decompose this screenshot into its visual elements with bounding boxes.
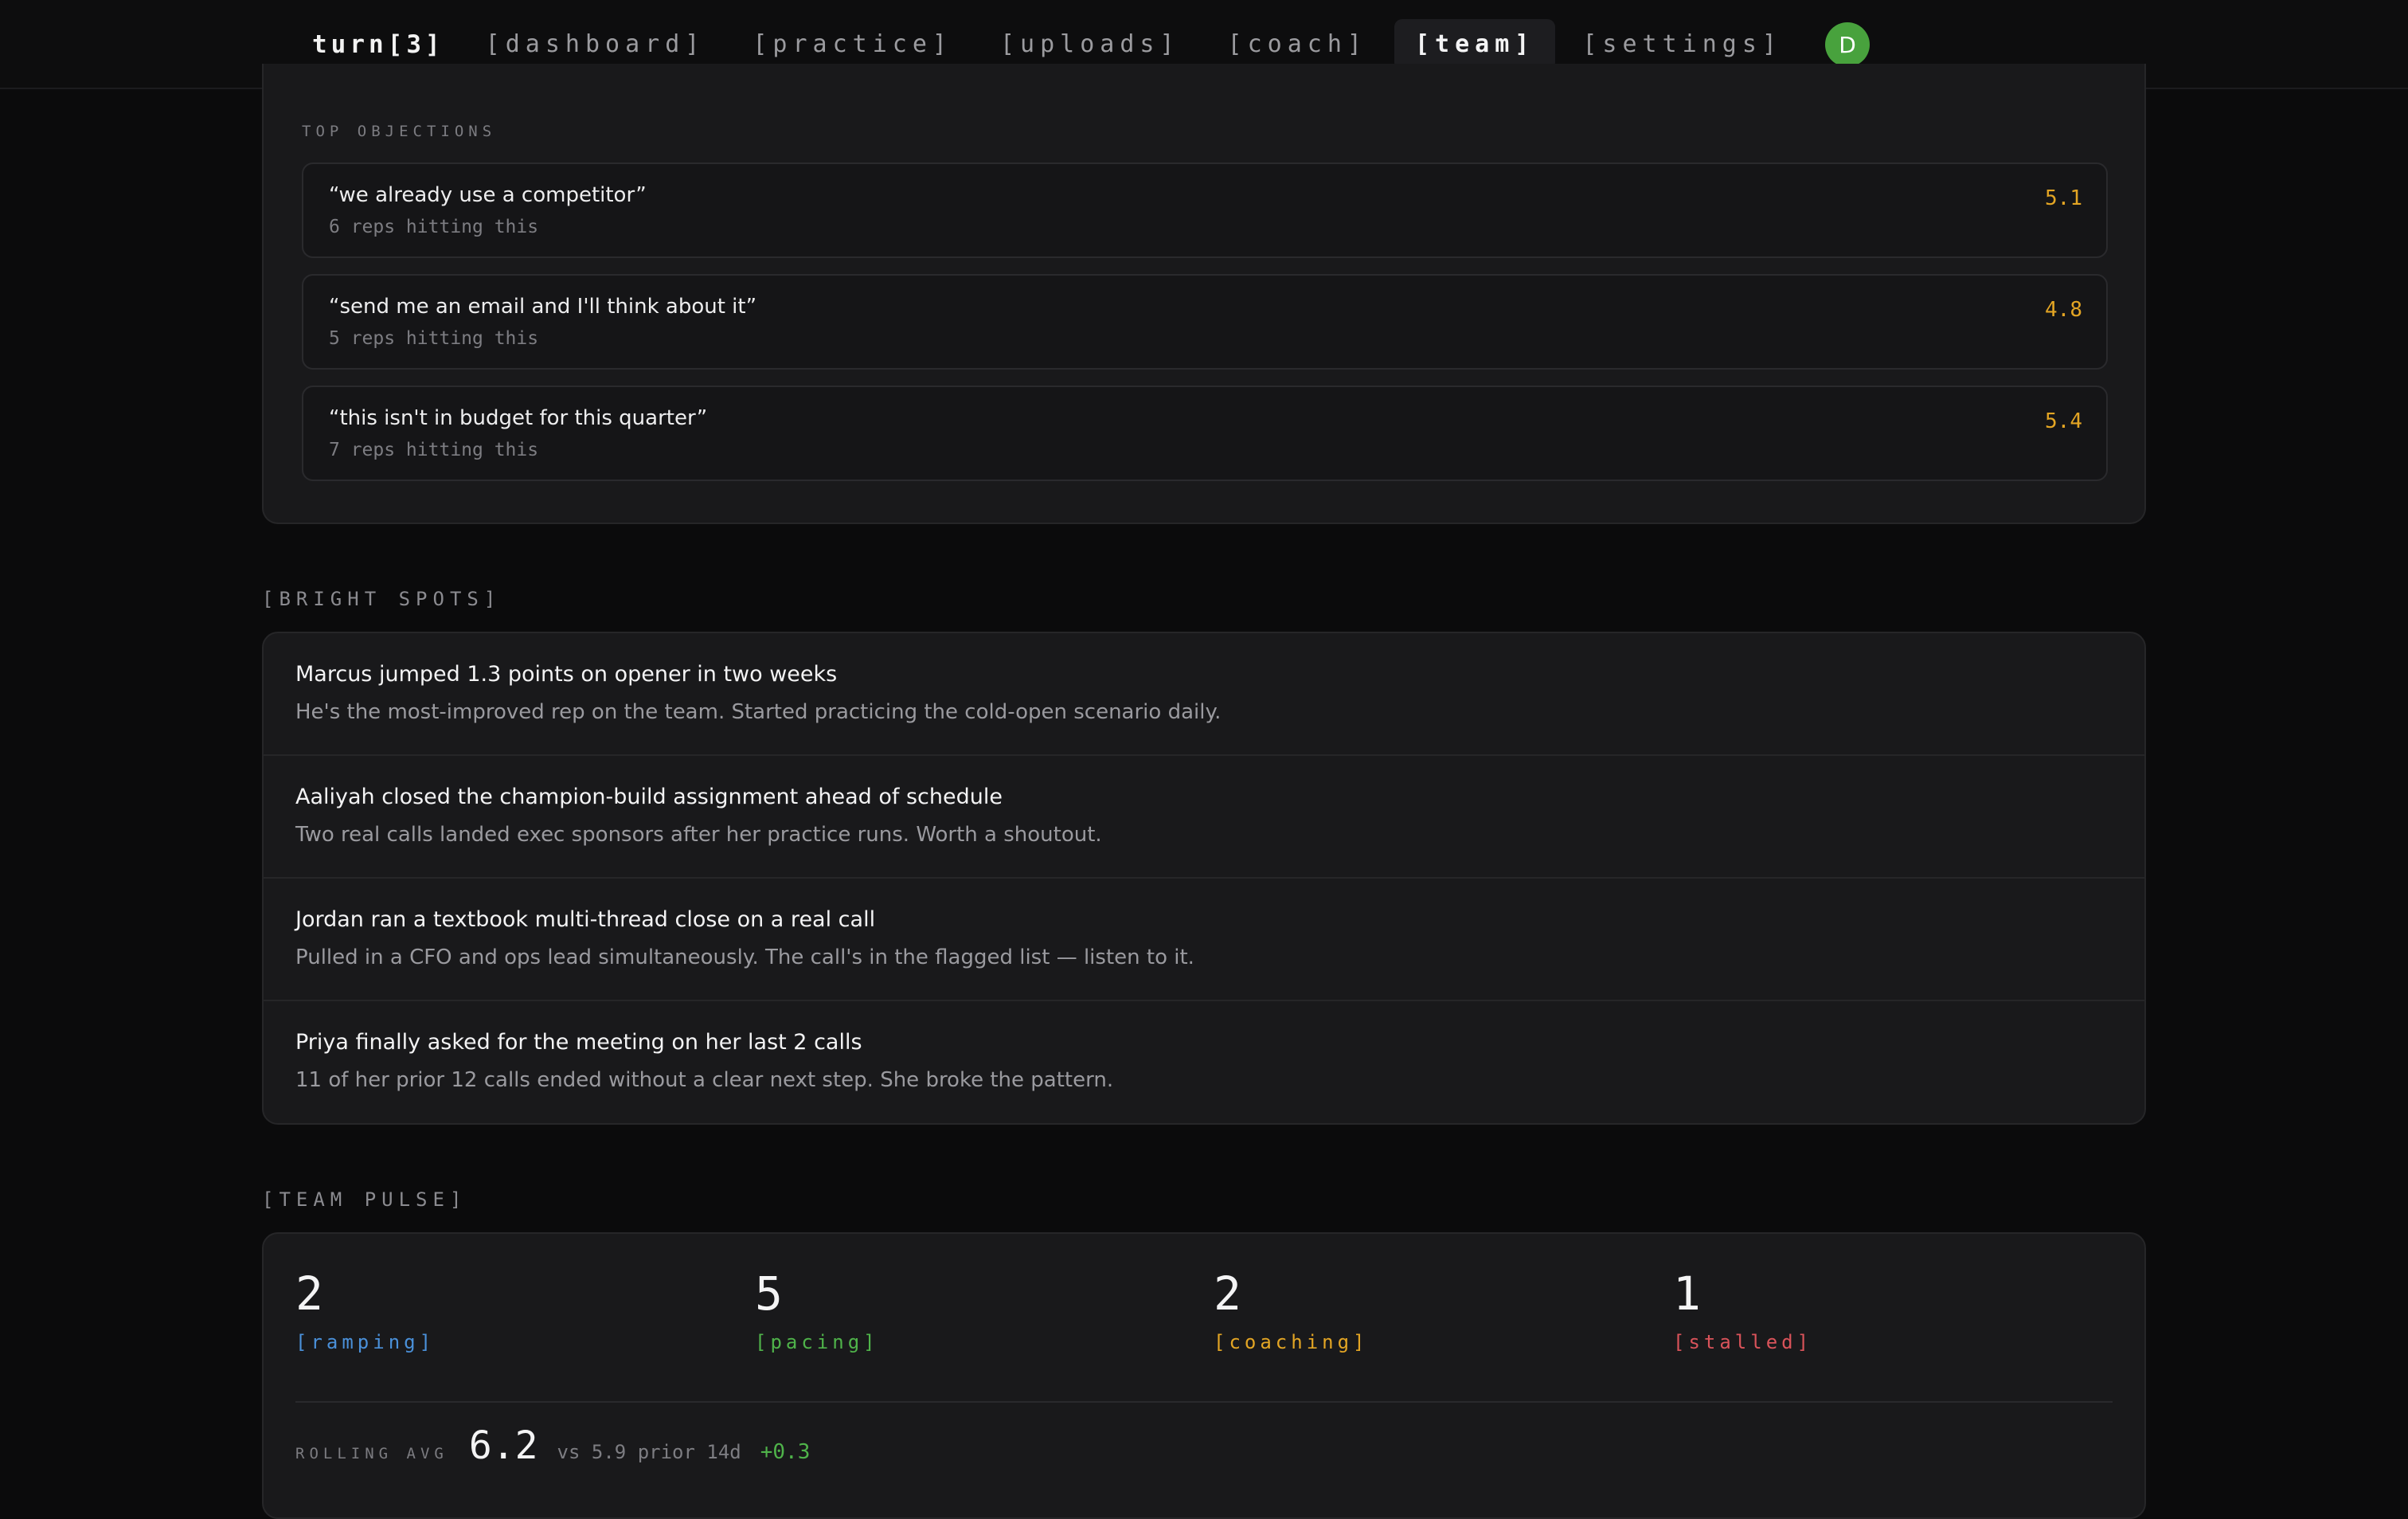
top-objections-title: TOP OBJECTIONS [302, 123, 497, 140]
stat-label: [stalled] [1673, 1331, 1813, 1353]
nav-link-dashboard[interactable]: [dashboard] [465, 19, 726, 70]
rolling-avg-value: 6.2 [468, 1423, 538, 1468]
rolling-avg-label: ROLLING AVG [295, 1445, 448, 1462]
brand-logo[interactable]: turn[3] [291, 19, 465, 70]
stat-value: 1 [1673, 1266, 1701, 1321]
team-pulse-heading: [TEAM PULSE] [262, 1188, 467, 1211]
bright-spot-description: He's the most-improved rep on the team. … [295, 700, 1222, 724]
objection-quote: “this isn't in budget for this quarter” [329, 406, 708, 430]
stat-ramping[interactable]: 2 [ramping] [295, 1266, 435, 1353]
rolling-average: ROLLING AVG 6.2 vs 5.9 prior 14d +0.3 [295, 1423, 810, 1468]
objection-score: 5.4 [2045, 409, 2082, 433]
bright-spot-item[interactable]: Marcus jumped 1.3 points on opener in tw… [264, 633, 2144, 756]
bright-spots-card: Marcus jumped 1.3 points on opener in tw… [262, 632, 2146, 1125]
stat-value: 2 [1214, 1266, 1241, 1321]
objection-quote: “send me an email and I'll think about i… [329, 295, 757, 319]
bright-spots-heading: [BRIGHT SPOTS] [262, 588, 502, 610]
bright-spot-description: Two real calls landed exec sponsors afte… [295, 823, 1102, 847]
stat-label: [coaching] [1214, 1331, 1369, 1353]
bright-spot-title: Aaliyah closed the champion-build assign… [295, 785, 1003, 809]
objection-item[interactable]: “we already use a competitor” 6 reps hit… [302, 162, 2108, 258]
objection-rep-count: 7 reps hitting this [329, 440, 539, 460]
stat-label: [ramping] [295, 1331, 436, 1353]
bright-spot-item[interactable]: Jordan ran a textbook multi-thread close… [264, 879, 2144, 1001]
bright-spot-title: Marcus jumped 1.3 points on opener in tw… [295, 662, 838, 687]
top-objections-card: TOP OBJECTIONS “we already use a competi… [262, 64, 2146, 524]
objection-score: 5.1 [2045, 186, 2082, 210]
objection-quote: “we already use a competitor” [329, 183, 647, 207]
rolling-avg-comparison: vs 5.9 prior 14d [557, 1441, 741, 1463]
stat-coaching[interactable]: 2 [coaching] [1214, 1266, 1369, 1353]
objection-rep-count: 5 reps hitting this [329, 328, 539, 349]
bright-spot-item[interactable]: Priya finally asked for the meeting on h… [264, 1001, 2144, 1123]
nav-bar: turn[3] [dashboard] [practice] [uploads]… [291, 19, 1870, 70]
objection-item[interactable]: “send me an email and I'll think about i… [302, 274, 2108, 370]
rolling-avg-delta: +0.3 [760, 1440, 811, 1464]
bright-spot-description: 11 of her prior 12 calls ended without a… [295, 1068, 1114, 1092]
stat-pacing[interactable]: 5 [pacing] [755, 1266, 879, 1353]
stat-stalled[interactable]: 1 [stalled] [1673, 1266, 1812, 1353]
nav-link-practice[interactable]: [practice] [732, 19, 973, 70]
bright-spot-item[interactable]: Aaliyah closed the champion-build assign… [264, 756, 2144, 879]
bright-spot-title: Jordan ran a textbook multi-thread close… [295, 907, 876, 932]
stat-label: [pacing] [755, 1331, 879, 1353]
stat-value: 5 [755, 1266, 783, 1321]
objection-item[interactable]: “this isn't in budget for this quarter” … [302, 386, 2108, 481]
objection-rep-count: 6 reps hitting this [329, 217, 539, 237]
nav-link-coach[interactable]: [coach] [1207, 19, 1388, 70]
bright-spot-description: Pulled in a CFO and ops lead simultaneou… [295, 945, 1194, 969]
objection-score: 4.8 [2045, 298, 2082, 322]
team-pulse-card: 2 [ramping] 5 [pacing] 2 [coaching] 1 [s… [262, 1232, 2146, 1519]
stat-value: 2 [295, 1266, 323, 1321]
nav-link-uploads[interactable]: [uploads] [979, 19, 1201, 70]
divider [295, 1401, 2113, 1403]
user-avatar[interactable]: D [1824, 22, 1870, 67]
nav-link-team[interactable]: [team] [1394, 19, 1556, 70]
nav-link-settings[interactable]: [settings] [1562, 19, 1803, 70]
bright-spot-title: Priya finally asked for the meeting on h… [295, 1030, 862, 1055]
